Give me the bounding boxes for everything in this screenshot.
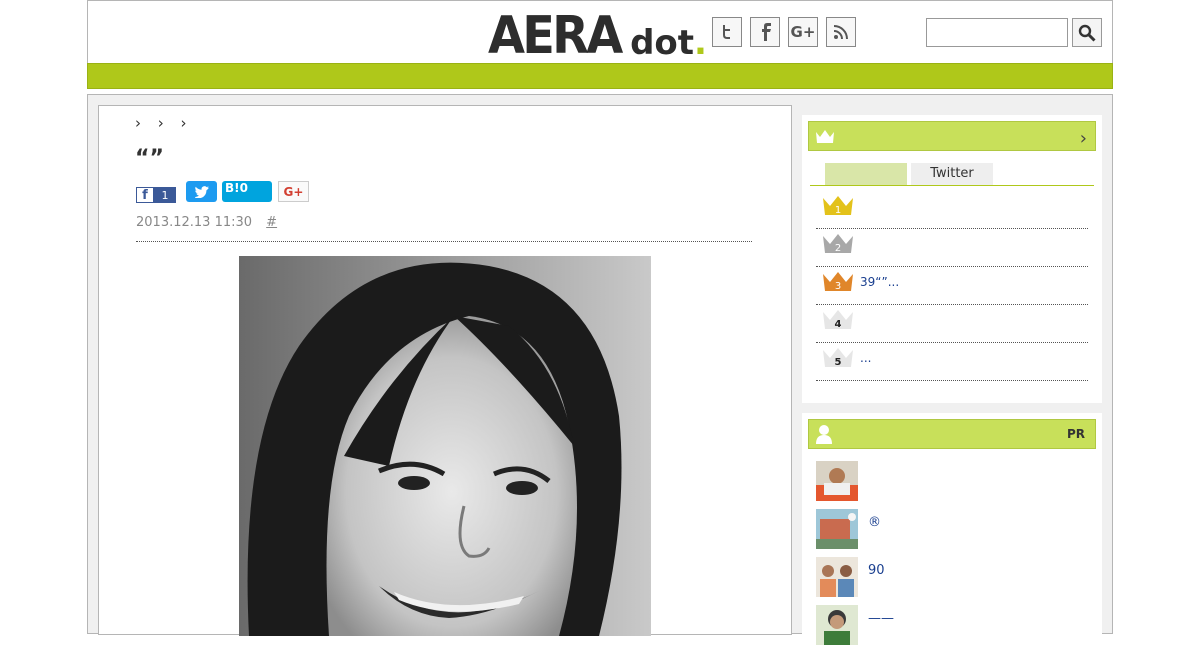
- pr-item-text: ®: [868, 515, 881, 530]
- hatena-label: B!: [225, 181, 240, 195]
- logo-dot-word: dot: [630, 23, 695, 63]
- article-photo: [239, 256, 651, 636]
- logo-aera-text: AERA: [488, 6, 623, 66]
- facebook-icon: f: [136, 187, 154, 203]
- rank-4-crown-icon: 4: [823, 310, 853, 330]
- person-icon: [816, 425, 832, 444]
- ranking-panel: › Twitter 1 2 3 39“”... 4 5 ...: [802, 115, 1102, 403]
- ranking-header[interactable]: ›: [808, 121, 1096, 151]
- google-plus-icon[interactable]: G+: [788, 17, 818, 47]
- pr-thumbnail: [816, 461, 858, 501]
- ranking-item[interactable]: 5 ...: [816, 343, 1088, 381]
- article-dateline: 2013.12.13 11:30 #: [136, 215, 277, 230]
- ranking-item[interactable]: 3 39“”...: [816, 267, 1088, 305]
- rank-3-crown-icon: 3: [823, 272, 853, 292]
- pr-list: ® 90 ——: [816, 459, 1088, 651]
- site-logo[interactable]: AERA dot.: [488, 6, 707, 66]
- breadcrumb[interactable]: › › ›: [135, 114, 193, 132]
- pr-item-text: ——: [868, 611, 894, 626]
- divider: [136, 241, 752, 242]
- facebook-share-button[interactable]: f 1: [136, 187, 176, 203]
- nav-bar: [87, 63, 1113, 89]
- pr-header: PR: [808, 419, 1096, 449]
- social-icons: G+: [712, 17, 856, 47]
- googleplus-share-button[interactable]: G+: [278, 181, 309, 202]
- ranking-list: 1 2 3 39“”... 4 5 ...: [816, 191, 1088, 381]
- twitter-icon[interactable]: [712, 17, 742, 47]
- hatena-count: 0: [239, 181, 248, 195]
- crown-icon: [816, 130, 834, 143]
- search-input[interactable]: [926, 18, 1068, 47]
- hash-link[interactable]: #: [266, 215, 277, 230]
- article-title: “”: [135, 146, 164, 171]
- tab-twitter[interactable]: Twitter: [911, 163, 993, 185]
- pr-label: PR: [1066, 427, 1085, 441]
- twitter-bird-icon: [194, 185, 209, 198]
- logo-period: .: [694, 23, 707, 63]
- article: › › › “” f 1 B!0 G+ 2013.12.13 11:30 #: [98, 105, 792, 636]
- svg-text:4: 4: [835, 319, 842, 330]
- rss-icon[interactable]: [826, 17, 856, 47]
- svg-text:2: 2: [835, 243, 841, 254]
- pr-thumbnail: [816, 509, 858, 549]
- pr-panel: PR ® 90 ——: [802, 413, 1102, 645]
- twitter-share-button[interactable]: [186, 181, 217, 202]
- facebook-share-count: 1: [161, 188, 169, 202]
- svg-text:1: 1: [835, 205, 841, 216]
- pr-item[interactable]: [816, 459, 1088, 507]
- hatena-bookmark-button[interactable]: B!0: [222, 181, 272, 202]
- pr-item[interactable]: ——: [816, 603, 1088, 651]
- search-icon: [1078, 24, 1096, 42]
- tab-ranking-default[interactable]: [825, 163, 907, 185]
- google-plus-glyph: G+: [790, 23, 816, 41]
- rank-1-crown-icon: 1: [823, 196, 853, 216]
- ranking-item[interactable]: 2: [816, 229, 1088, 267]
- pr-thumbnail: [816, 605, 858, 645]
- pr-item-text: 90: [868, 563, 885, 578]
- svg-text:3: 3: [835, 281, 841, 292]
- ranking-item[interactable]: 1: [816, 191, 1088, 229]
- rank-5-crown-icon: 5: [823, 348, 853, 368]
- rank-2-crown-icon: 2: [823, 234, 853, 254]
- ranking-tabs: Twitter: [810, 163, 1094, 186]
- ranking-item[interactable]: 4: [816, 305, 1088, 343]
- site-header: AERA dot. G+: [87, 0, 1113, 64]
- pr-thumbnail: [816, 557, 858, 597]
- ranking-item-text: ...: [860, 351, 872, 365]
- facebook-icon[interactable]: [750, 17, 780, 47]
- chevron-right-icon: ›: [1079, 128, 1087, 149]
- svg-text:5: 5: [835, 357, 842, 368]
- ranking-item-text: 39“”...: [860, 275, 900, 289]
- pr-item[interactable]: 90: [816, 555, 1088, 603]
- portrait-image: [239, 256, 651, 636]
- search-button[interactable]: [1072, 18, 1102, 47]
- article-date: 2013.12.13 11:30: [136, 215, 253, 230]
- pr-item[interactable]: ®: [816, 507, 1088, 555]
- logo-dot-text: dot.: [630, 26, 707, 60]
